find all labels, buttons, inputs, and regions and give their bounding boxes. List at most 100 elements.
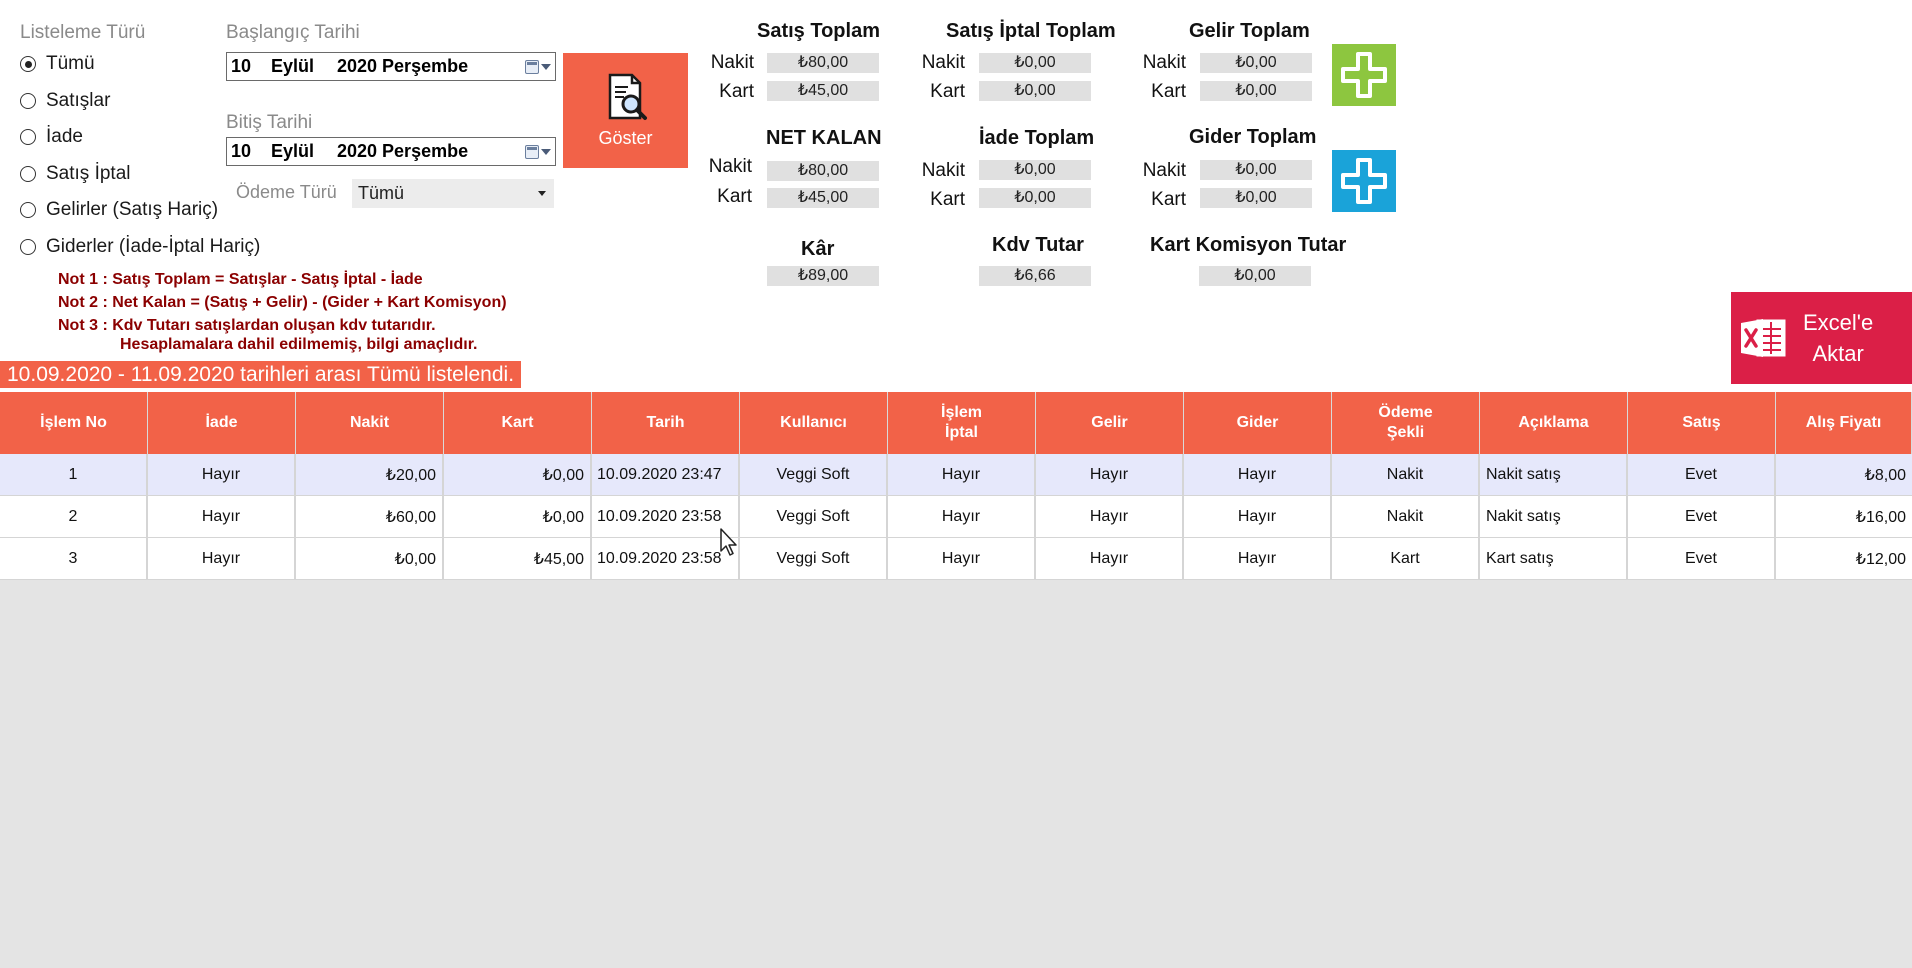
- table-cell[interactable]: Hayır: [888, 454, 1036, 495]
- column-header[interactable]: Gelir: [1036, 392, 1184, 454]
- column-header[interactable]: İşlem No: [0, 392, 148, 454]
- table-cell[interactable]: Nakit: [1332, 454, 1480, 495]
- table-cell[interactable]: ₺60,00: [296, 496, 444, 537]
- table-cell[interactable]: ₺0,00: [444, 496, 592, 537]
- table-cell[interactable]: Nakit: [1332, 496, 1480, 537]
- table-cell[interactable]: ₺8,00: [1776, 454, 1912, 495]
- table-cell[interactable]: ₺45,00: [444, 538, 592, 579]
- end-date-picker[interactable]: 10 Eylül 2020 Perşembe: [226, 137, 556, 166]
- chevron-down-icon: [541, 148, 551, 155]
- table-cell[interactable]: 1: [0, 454, 148, 495]
- radio-gelirler[interactable]: Gelirler (Satış Hariç): [20, 196, 218, 224]
- table-cell[interactable]: 10.09.2020 23:47: [592, 454, 740, 495]
- nakit-label: Nakit: [708, 156, 752, 177]
- radio-satis-iptal[interactable]: Satış İptal: [20, 160, 131, 188]
- satis-toplam-nakit: ₺80,00: [767, 53, 879, 73]
- table-cell[interactable]: ₺20,00: [296, 454, 444, 495]
- table-cell[interactable]: Hayır: [1184, 538, 1332, 579]
- kart-label: Kart: [930, 189, 965, 210]
- table-cell[interactable]: Evet: [1628, 454, 1776, 495]
- nakit-label: Nakit: [1142, 52, 1186, 73]
- start-day: 10: [231, 56, 252, 76]
- table-cell[interactable]: Hayır: [1036, 538, 1184, 579]
- table-cell[interactable]: Hayır: [1184, 496, 1332, 537]
- table-cell[interactable]: ₺0,00: [444, 454, 592, 495]
- table-cell[interactable]: Veggi Soft: [740, 496, 888, 537]
- radio-checked-icon: [20, 56, 36, 72]
- table-cell[interactable]: Veggi Soft: [740, 538, 888, 579]
- add-expense-button[interactable]: [1332, 150, 1396, 212]
- table-cell[interactable]: Evet: [1628, 538, 1776, 579]
- iade-toplam-kart: ₺0,00: [979, 188, 1091, 208]
- kdv-tutar-value: ₺6,66: [979, 266, 1091, 286]
- table-cell[interactable]: Veggi Soft: [740, 454, 888, 495]
- export-excel-label-line2: Aktar: [1812, 341, 1864, 366]
- note-3: Not 3 : Kdv Tutarı satışlardan oluşan kd…: [58, 317, 436, 334]
- radio-iade[interactable]: İade: [20, 123, 83, 151]
- radio-label: İade: [46, 126, 83, 147]
- add-income-button[interactable]: [1332, 44, 1396, 106]
- table-cell[interactable]: Hayır: [148, 496, 296, 537]
- nakit-label: Nakit: [921, 160, 965, 181]
- excel-icon: [1741, 319, 1786, 357]
- satis-toplam-title: Satış Toplam: [757, 20, 880, 42]
- table-cell[interactable]: Hayır: [888, 538, 1036, 579]
- calendar-dropdown-button[interactable]: [521, 53, 555, 80]
- plus-icon: [1341, 52, 1387, 98]
- table-cell[interactable]: 3: [0, 538, 148, 579]
- table-cell[interactable]: Kart satış: [1480, 538, 1628, 579]
- nakit-label: Nakit: [921, 52, 965, 73]
- table-cell[interactable]: ₺16,00: [1776, 496, 1912, 537]
- column-header[interactable]: Ödeme Şekli: [1332, 392, 1480, 454]
- radio-tumu[interactable]: Tümü: [20, 50, 95, 78]
- calendar-dropdown-button[interactable]: [521, 138, 555, 165]
- table-cell[interactable]: Nakit satış: [1480, 454, 1628, 495]
- gelir-toplam-title: Gelir Toplam: [1189, 20, 1310, 42]
- column-header[interactable]: Tarih: [592, 392, 740, 454]
- table-cell[interactable]: Hayır: [148, 538, 296, 579]
- table-cell[interactable]: Evet: [1628, 496, 1776, 537]
- calendar-icon: [525, 59, 539, 74]
- column-header[interactable]: İade: [148, 392, 296, 454]
- chevron-down-icon: [541, 63, 551, 70]
- show-button[interactable]: Göster: [563, 53, 688, 168]
- listing-type-label: Listeleme Türü: [20, 22, 146, 43]
- table-cell[interactable]: ₺12,00: [1776, 538, 1912, 579]
- table-cell[interactable]: ₺0,00: [296, 538, 444, 579]
- table-row[interactable]: 2 Hayır ₺60,00 ₺0,00 10.09.2020 23:58 Ve…: [0, 496, 1912, 538]
- radio-giderler[interactable]: Giderler (İade-İptal Hariç): [20, 233, 260, 261]
- table-cell[interactable]: 10.09.2020 23:58: [592, 496, 740, 537]
- payment-type-select[interactable]: Tümü: [352, 179, 554, 208]
- mouse-pointer-icon: [720, 528, 737, 556]
- table-cell[interactable]: 10.09.2020 23:58: [592, 538, 740, 579]
- table-cell[interactable]: Kart: [1332, 538, 1480, 579]
- kart-label: Kart: [717, 186, 752, 207]
- table-cell[interactable]: Hayır: [148, 454, 296, 495]
- table-cell[interactable]: Nakit satış: [1480, 496, 1628, 537]
- net-kalan-nakit: ₺80,00: [767, 161, 879, 181]
- table-cell[interactable]: Hayır: [1184, 454, 1332, 495]
- satis-iptal-toplam-title: Satış İptal Toplam: [946, 20, 1116, 42]
- table-cell[interactable]: Hayır: [1036, 496, 1184, 537]
- table-row[interactable]: 3 Hayır ₺0,00 ₺45,00 10.09.2020 23:58 Ve…: [0, 538, 1912, 580]
- table-row[interactable]: 1 Hayır ₺20,00 ₺0,00 10.09.2020 23:47 Ve…: [0, 454, 1912, 496]
- table-cell[interactable]: Hayır: [888, 496, 1036, 537]
- table-cell[interactable]: Hayır: [1036, 454, 1184, 495]
- column-header[interactable]: Satış: [1628, 392, 1776, 454]
- dropdown-arrow-icon: [538, 191, 546, 196]
- payment-type-label: Ödeme Türü: [236, 182, 337, 202]
- column-header[interactable]: Kullanıcı: [740, 392, 888, 454]
- column-header[interactable]: Açıklama: [1480, 392, 1628, 454]
- column-header[interactable]: İşlem İptal: [888, 392, 1036, 454]
- column-header[interactable]: Kart: [444, 392, 592, 454]
- kart-label: Kart: [1151, 81, 1186, 102]
- start-date-picker[interactable]: 10 Eylül 2020 Perşembe: [226, 52, 556, 81]
- table-cell[interactable]: 2: [0, 496, 148, 537]
- report-search-icon: [608, 73, 647, 120]
- column-header[interactable]: Alış Fiyatı: [1776, 392, 1912, 454]
- export-excel-button[interactable]: Excel'e Aktar: [1731, 292, 1912, 384]
- column-header[interactable]: Gider: [1184, 392, 1332, 454]
- radio-satislar[interactable]: Satışlar: [20, 87, 110, 115]
- column-header[interactable]: Nakit: [296, 392, 444, 454]
- gider-toplam-kart: ₺0,00: [1200, 188, 1312, 208]
